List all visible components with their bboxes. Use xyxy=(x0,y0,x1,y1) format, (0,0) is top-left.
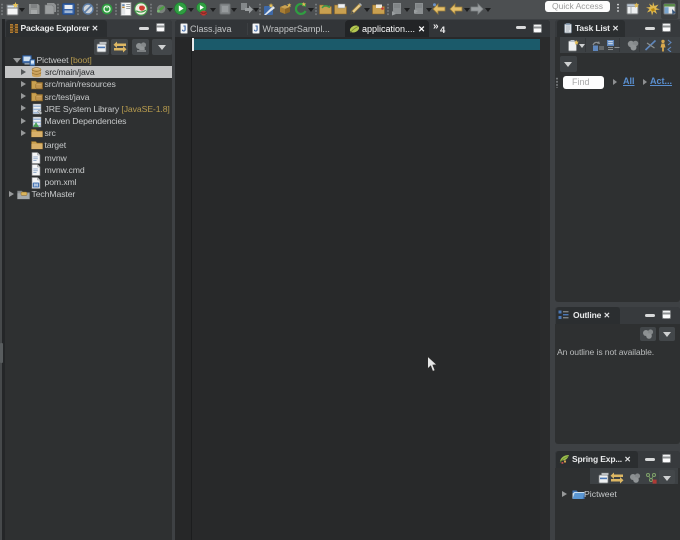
svg-text:J: J xyxy=(182,24,186,33)
svg-text:M: M xyxy=(34,182,38,187)
svg-text:J: J xyxy=(254,24,258,33)
